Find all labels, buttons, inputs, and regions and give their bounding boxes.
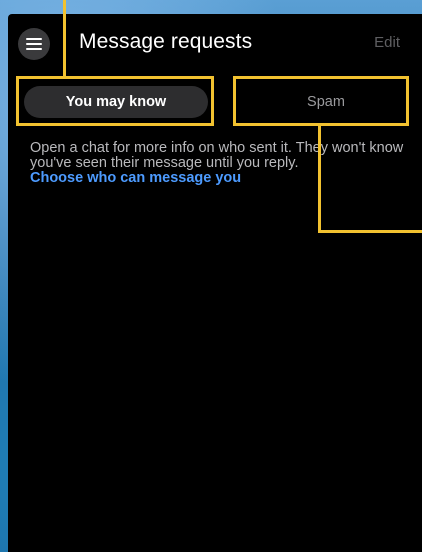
top-bar: Message requests Edit <box>8 14 422 74</box>
choose-who-can-message-link[interactable]: Choose who can message you <box>30 171 410 186</box>
info-message: Open a chat for more info on who sent it… <box>30 141 410 186</box>
tab-spam[interactable]: Spam <box>242 86 410 118</box>
tab-you-may-know[interactable]: You may know <box>24 86 208 118</box>
info-text: Open a chat for more info on who sent it… <box>30 140 404 171</box>
menu-button[interactable] <box>18 28 50 60</box>
screenshot-root: Message requests Edit You may know Spam … <box>0 0 422 552</box>
request-tabs: You may know Spam <box>8 86 422 120</box>
page-title: Message requests <box>79 30 253 53</box>
hamburger-menu-icon <box>26 38 42 50</box>
phone-screen: Message requests Edit You may know Spam … <box>8 14 422 552</box>
edit-button[interactable]: Edit <box>374 34 400 51</box>
